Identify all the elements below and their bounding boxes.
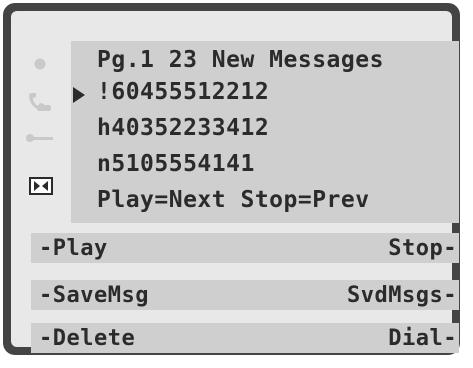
play-softkey[interactable]: -Play [39,236,108,261]
message-item[interactable]: n5105554141 [97,151,255,177]
delete-softkey[interactable]: -Delete [39,326,135,351]
key-icon [26,134,53,142]
navigation-hint: Play=Next Stop=Prev [97,187,370,213]
softkey-row: -SaveMsg SvdMsgs- [31,280,459,310]
message-screen: Pg.1 23 New Messages !60455512212 h40352… [71,41,459,223]
message-item[interactable]: !60455512212 [97,79,269,105]
softkey-row: -Play Stop- [31,233,459,263]
stop-softkey[interactable]: Stop- [388,236,457,261]
softkey-row: -Delete Dial- [31,323,459,353]
message-light-icon [34,58,46,70]
saved-messages-softkey[interactable]: SvdMsgs- [347,283,457,308]
display-panel: Pg.1 23 New Messages !60455512212 h40352… [11,11,459,353]
handset-icon [29,93,51,111]
play-pause-icon [29,177,53,195]
selection-arrow-icon [73,87,85,103]
page-header: Pg.1 23 New Messages [97,47,384,73]
dial-softkey[interactable]: Dial- [388,326,457,351]
save-message-softkey[interactable]: -SaveMsg [39,283,149,308]
phone-display-bezel: Pg.1 23 New Messages !60455512212 h40352… [3,3,460,355]
message-item[interactable]: h40352233412 [97,115,269,141]
